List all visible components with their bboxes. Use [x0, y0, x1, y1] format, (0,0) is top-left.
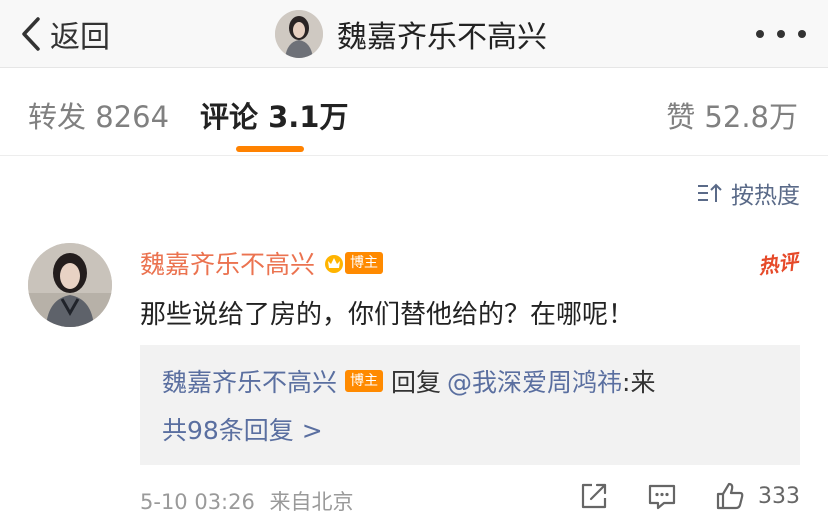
comment-source: 来自北京	[269, 490, 354, 514]
view-all-replies-link[interactable]: 共98条回复 >	[162, 411, 323, 447]
tab-comments[interactable]: 评论 3.1万	[200, 94, 348, 136]
more-dots-icon	[798, 30, 806, 38]
avatar-image	[275, 10, 323, 58]
reply-preview-box[interactable]: 魏嘉齐乐不高兴 博主 回复 @我深爱周鸿祎 :来 共98条回复 >	[140, 345, 800, 465]
more-dots-icon	[756, 30, 764, 38]
sort-label: 按热度	[731, 183, 800, 209]
like-count: 333	[758, 483, 800, 509]
crown-icon	[325, 255, 344, 273]
tab-likes[interactable]: 赞 52.8万	[666, 94, 798, 136]
reply-line: 魏嘉齐乐不高兴 博主 回复 @我深爱周鸿祎 :来	[162, 363, 655, 399]
more-options-button[interactable]	[756, 20, 806, 48]
comment-text: 那些说给了房的，你们替他给的？在哪呢！	[140, 300, 635, 330]
back-label: 返回	[50, 20, 110, 55]
reply-verb: 回复	[391, 368, 442, 397]
comment-button[interactable]	[646, 480, 678, 512]
sort-icon	[698, 183, 722, 202]
navigation-bar: 返回 魏嘉齐乐不高兴	[0, 0, 828, 68]
back-button[interactable]: 返回	[20, 0, 110, 68]
comment-actions: 333	[578, 480, 800, 512]
nav-avatar[interactable]	[275, 10, 323, 58]
comment-meta: 5-10 03:26 来自北京	[140, 486, 354, 516]
comment-icon	[648, 484, 676, 510]
reply-author-name[interactable]: 魏嘉齐乐不高兴	[162, 363, 337, 399]
reply-mention[interactable]: @我深爱周鸿祎	[447, 363, 622, 399]
tab-bar: 转发 8264 评论 3.1万 赞 52.8万	[0, 68, 828, 156]
sort-by-hot-button[interactable]: 按热度	[697, 176, 800, 210]
share-button[interactable]	[578, 480, 610, 512]
like-button[interactable]: 333	[714, 480, 800, 512]
reply-text: :来	[622, 368, 656, 397]
share-icon	[581, 483, 607, 509]
more-dots-icon	[777, 30, 785, 38]
blogger-badge-label: 博主	[345, 252, 384, 274]
avatar-image	[28, 243, 112, 327]
comment-time: 5-10 03:26	[140, 490, 255, 514]
comment-avatar[interactable]	[28, 243, 112, 327]
like-icon	[716, 482, 744, 510]
comment-header: 魏嘉齐乐不高兴 博主	[140, 245, 384, 281]
active-tab-indicator	[236, 146, 304, 152]
hot-comment-tag: 热评	[756, 249, 800, 279]
reply-blogger-badge: 博主	[345, 370, 384, 392]
tab-reposts[interactable]: 转发 8264	[28, 94, 169, 136]
blogger-badge: 博主	[323, 252, 384, 274]
comment-author-name[interactable]: 魏嘉齐乐不高兴	[140, 245, 315, 281]
nav-title-group: 魏嘉齐乐不高兴	[275, 0, 547, 68]
back-chevron-icon	[22, 17, 40, 51]
page-title: 魏嘉齐乐不高兴	[337, 20, 547, 55]
